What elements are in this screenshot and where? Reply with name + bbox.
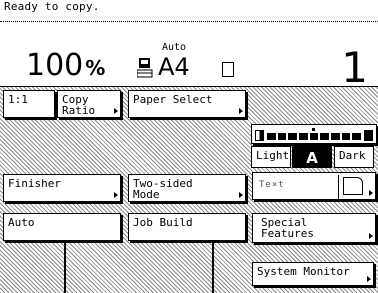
chevron-right-icon xyxy=(369,233,373,239)
density-scale[interactable] xyxy=(251,124,377,144)
text-mode-label: Te×t xyxy=(259,180,285,190)
paper-select-label: Paper Select xyxy=(133,93,213,106)
copy-count: 1 xyxy=(341,43,368,92)
two-sided-mode-button[interactable]: Two-sided Mode xyxy=(128,174,246,202)
density-lighter-icon[interactable] xyxy=(255,130,264,141)
job-build-label: Job Build xyxy=(133,216,193,229)
zoom-unit: % xyxy=(85,56,106,80)
auto-button[interactable]: Auto xyxy=(3,213,121,241)
status-message: Ready to copy. xyxy=(4,0,100,13)
chevron-right-icon xyxy=(239,192,243,198)
zoom-value: 100 xyxy=(26,48,84,83)
chevron-right-icon xyxy=(367,276,371,282)
paper-select-button[interactable]: Paper Select xyxy=(128,90,246,118)
two-sided-mode-label: Two-sided Mode xyxy=(133,177,193,201)
dark-button[interactable]: Dark xyxy=(334,146,374,168)
chevron-right-icon xyxy=(239,108,243,114)
callout-line-left xyxy=(64,243,66,293)
density-darker-icon[interactable] xyxy=(364,130,373,141)
paper-tray-icon xyxy=(137,58,153,78)
special-features-label: Special Features xyxy=(261,216,314,240)
portrait-orientation-icon xyxy=(222,62,234,77)
auto-exposure-button[interactable]: A xyxy=(292,146,332,168)
dark-label: Dark xyxy=(339,149,366,162)
system-monitor-label: System Monitor xyxy=(257,265,350,278)
one-to-one-label: 1:1 xyxy=(8,93,28,106)
special-features-button[interactable]: Special Features xyxy=(252,213,376,243)
zoom-display: 100% xyxy=(26,50,105,84)
one-to-one-button[interactable]: 1:1 xyxy=(3,90,55,118)
finisher-button[interactable]: Finisher xyxy=(3,174,121,202)
paper-size: A4 xyxy=(158,53,190,81)
text-mode-divider xyxy=(338,175,339,199)
density-levels xyxy=(267,133,362,140)
copy-ratio-label: Copy Ratio xyxy=(62,93,96,117)
copy-panel: Ready to copy. 100% Auto A4 1 1:1 Copy R… xyxy=(0,0,378,293)
original-type-icon xyxy=(343,177,363,195)
chevron-right-icon xyxy=(114,108,118,114)
chevron-right-icon xyxy=(114,192,118,198)
finisher-label: Finisher xyxy=(8,177,61,190)
system-monitor-button[interactable]: System Monitor xyxy=(252,262,374,286)
light-label: Light xyxy=(256,149,290,162)
copy-settings-display: 100% Auto A4 1 xyxy=(0,22,378,90)
auto-label: Auto xyxy=(8,216,35,229)
density-level-marker xyxy=(312,128,315,131)
copy-ratio-button[interactable]: Copy Ratio xyxy=(57,90,121,118)
job-build-button[interactable]: Job Build xyxy=(128,213,246,241)
callout-line-right xyxy=(212,243,214,293)
status-bar: Ready to copy. xyxy=(0,0,378,22)
chevron-right-icon xyxy=(369,190,373,196)
image-quality-button[interactable]: Te×t xyxy=(252,172,376,200)
light-button[interactable]: Light xyxy=(251,146,291,168)
exposure-controls: Light A Dark xyxy=(251,146,376,170)
auto-exposure-label: A xyxy=(306,149,318,167)
